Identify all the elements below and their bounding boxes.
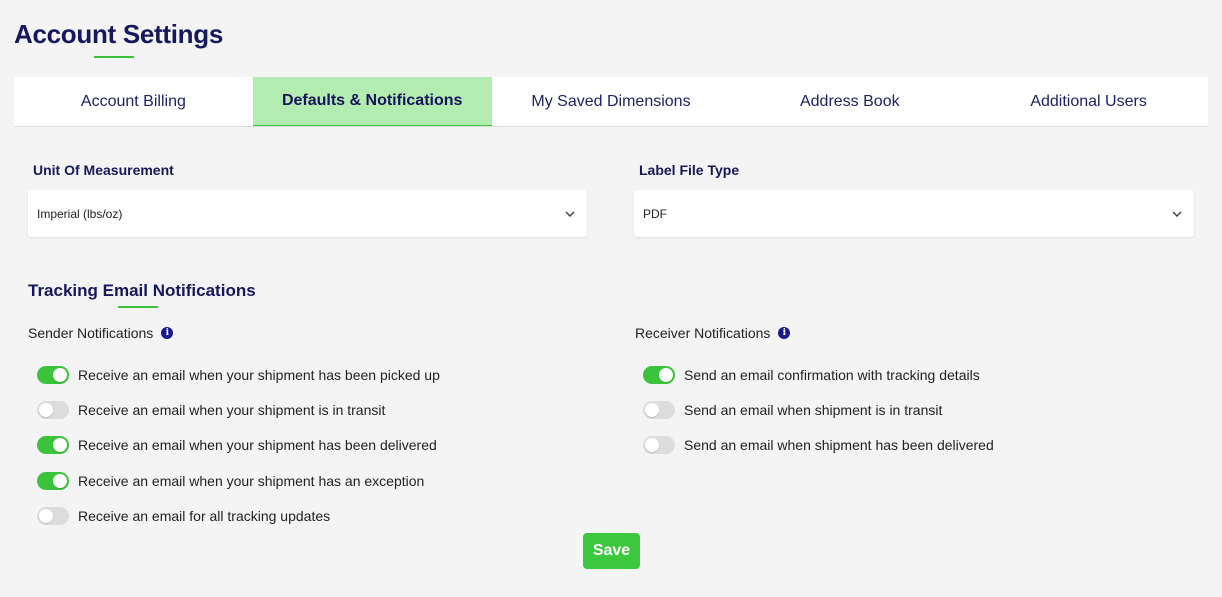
toggle-knob [659,367,673,382]
sender-toggle-exception[interactable] [37,471,69,490]
receiver-toggle-label: Send an email when shipment is in transi… [684,401,943,418]
sender-notifications-label: Sender Notifications [28,325,154,341]
sender-notifications-list: Receive an email when your shipment has … [28,357,440,533]
receiver-notifications-heading: Receiver Notifications i [635,325,791,341]
toggle-knob [53,438,67,453]
receiver-notifications-list: Send an email confirmation with tracking… [634,357,994,463]
receiver-toggle-confirmation[interactable] [643,365,675,384]
settings-tabs: Account Billing Defaults & Notifications… [14,77,1208,127]
toggle-knob [53,367,67,382]
tab-my-saved-dimensions[interactable]: My Saved Dimensions [492,77,731,126]
sender-toggle-label: Receive an email when your shipment has … [78,472,425,489]
receiver-notification-row: Send an email when shipment has been del… [634,428,994,463]
receiver-notification-row: Send an email when shipment is in transi… [634,392,994,427]
sender-toggle-label: Receive an email when your shipment is i… [78,401,386,418]
toggle-knob [53,473,67,488]
tab-address-book[interactable]: Address Book [730,77,969,126]
sender-notification-row: Receive an email when your shipment has … [28,357,440,392]
toggle-knob [39,402,53,417]
label-file-type-select[interactable]: PDF [634,190,1194,237]
title-underline [94,56,134,58]
sender-notifications-heading: Sender Notifications i [28,325,174,341]
tab-account-billing[interactable]: Account Billing [14,77,253,126]
sender-toggle-all-updates[interactable] [37,506,69,525]
chevron-down-icon [1170,207,1184,221]
unit-of-measurement-value: Imperial (lbs/oz) [37,206,123,221]
receiver-toggle-label: Send an email when shipment has been del… [684,437,994,454]
save-button[interactable]: Save [583,533,640,569]
receiver-toggle-delivered[interactable] [643,436,675,455]
section-underline [118,306,158,308]
sender-toggle-in-transit[interactable] [37,400,69,419]
receiver-toggle-in-transit[interactable] [643,400,675,419]
chevron-down-icon [563,207,577,221]
sender-notification-row: Receive an email when your shipment has … [28,428,440,463]
receiver-notification-row: Send an email confirmation with tracking… [634,357,994,392]
unit-of-measurement-label: Unit Of Measurement [33,162,174,178]
sender-toggle-label: Receive an email for all tracking update… [78,507,331,524]
label-file-type-value: PDF [643,206,667,221]
toggle-knob [645,438,659,453]
sender-toggle-label: Receive an email when your shipment has … [78,437,437,454]
tab-additional-users[interactable]: Additional Users [969,77,1208,126]
label-file-type-label: Label File Type [639,162,740,178]
page-title: Account Settings [14,19,223,49]
sender-toggle-delivered[interactable] [37,436,69,455]
info-icon[interactable]: i [778,327,791,339]
sender-notification-row: Receive an email for all tracking update… [28,498,440,533]
unit-of-measurement-select[interactable]: Imperial (lbs/oz) [28,190,587,237]
info-icon[interactable]: i [161,327,174,339]
account-settings-page: Account Settings Account Billing Default… [0,0,1222,597]
tracking-email-notifications-title: Tracking Email Notifications [28,281,256,300]
receiver-notifications-label: Receiver Notifications [635,325,771,341]
sender-toggle-label: Receive an email when your shipment has … [78,366,440,383]
tab-defaults-notifications[interactable]: Defaults & Notifications [252,77,492,126]
receiver-toggle-label: Send an email confirmation with tracking… [684,366,980,383]
toggle-knob [645,402,659,417]
sender-notification-row: Receive an email when your shipment is i… [28,392,440,427]
sender-toggle-picked-up[interactable] [37,365,69,384]
sender-notification-row: Receive an email when your shipment has … [28,463,440,498]
toggle-knob [39,508,53,523]
